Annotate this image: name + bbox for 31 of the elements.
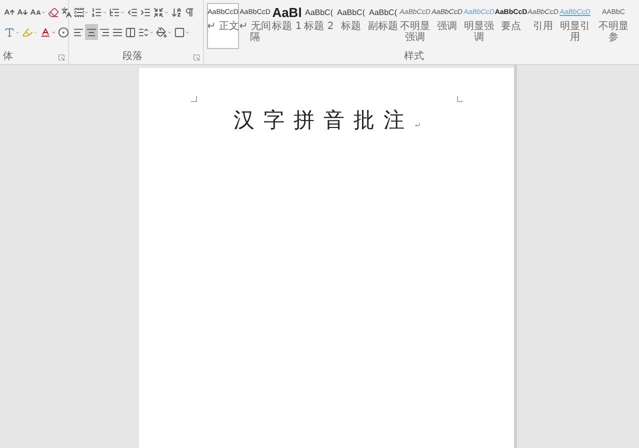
style-name: ↵ 无间隔 xyxy=(239,21,271,43)
style-item[interactable]: AaBl 标题 1 xyxy=(271,3,303,49)
style-preview: AaBbC( xyxy=(336,7,365,19)
style-preview: AaBbC( xyxy=(304,7,333,19)
style-name: 要点 xyxy=(500,21,522,32)
style-name: 标题 2 xyxy=(303,21,335,32)
dialog-launcher-icon[interactable] xyxy=(193,54,200,60)
style-name: 标题 xyxy=(340,21,362,32)
style-name: 引用 xyxy=(532,21,554,32)
style-item[interactable]: AaBbC( 副标题 xyxy=(367,3,399,49)
group-label: 段落 xyxy=(122,52,142,62)
style-name: 强调 xyxy=(436,21,458,32)
margin-corner-icon xyxy=(190,96,196,102)
style-item[interactable]: AaBbC( 标题 xyxy=(335,3,367,49)
style-name: 副标题 xyxy=(367,21,399,32)
style-name: 明显强调 xyxy=(463,21,495,43)
group-label: 样式 xyxy=(404,52,424,62)
style-preview: AaBbC( xyxy=(368,7,397,19)
align-button[interactable] xyxy=(85,24,98,40)
style-name: 不明显强调 xyxy=(399,21,431,43)
margin-corner-icon xyxy=(456,96,462,102)
paragraph-mark-icon xyxy=(414,123,420,127)
style-name: ↵ 正文 xyxy=(207,21,239,32)
document-title: 汉字拼音批注 xyxy=(234,107,414,134)
style-name: 不明显参 xyxy=(598,21,630,43)
style-preview: AaBl xyxy=(272,5,302,20)
style-item[interactable]: AaBbC( 标题 2 xyxy=(303,3,335,49)
group-label: 体 xyxy=(3,52,13,62)
style-name: 明显引用 xyxy=(559,21,591,43)
dialog-launcher-icon[interactable] xyxy=(58,54,65,60)
style-name: 标题 1 xyxy=(271,21,303,32)
